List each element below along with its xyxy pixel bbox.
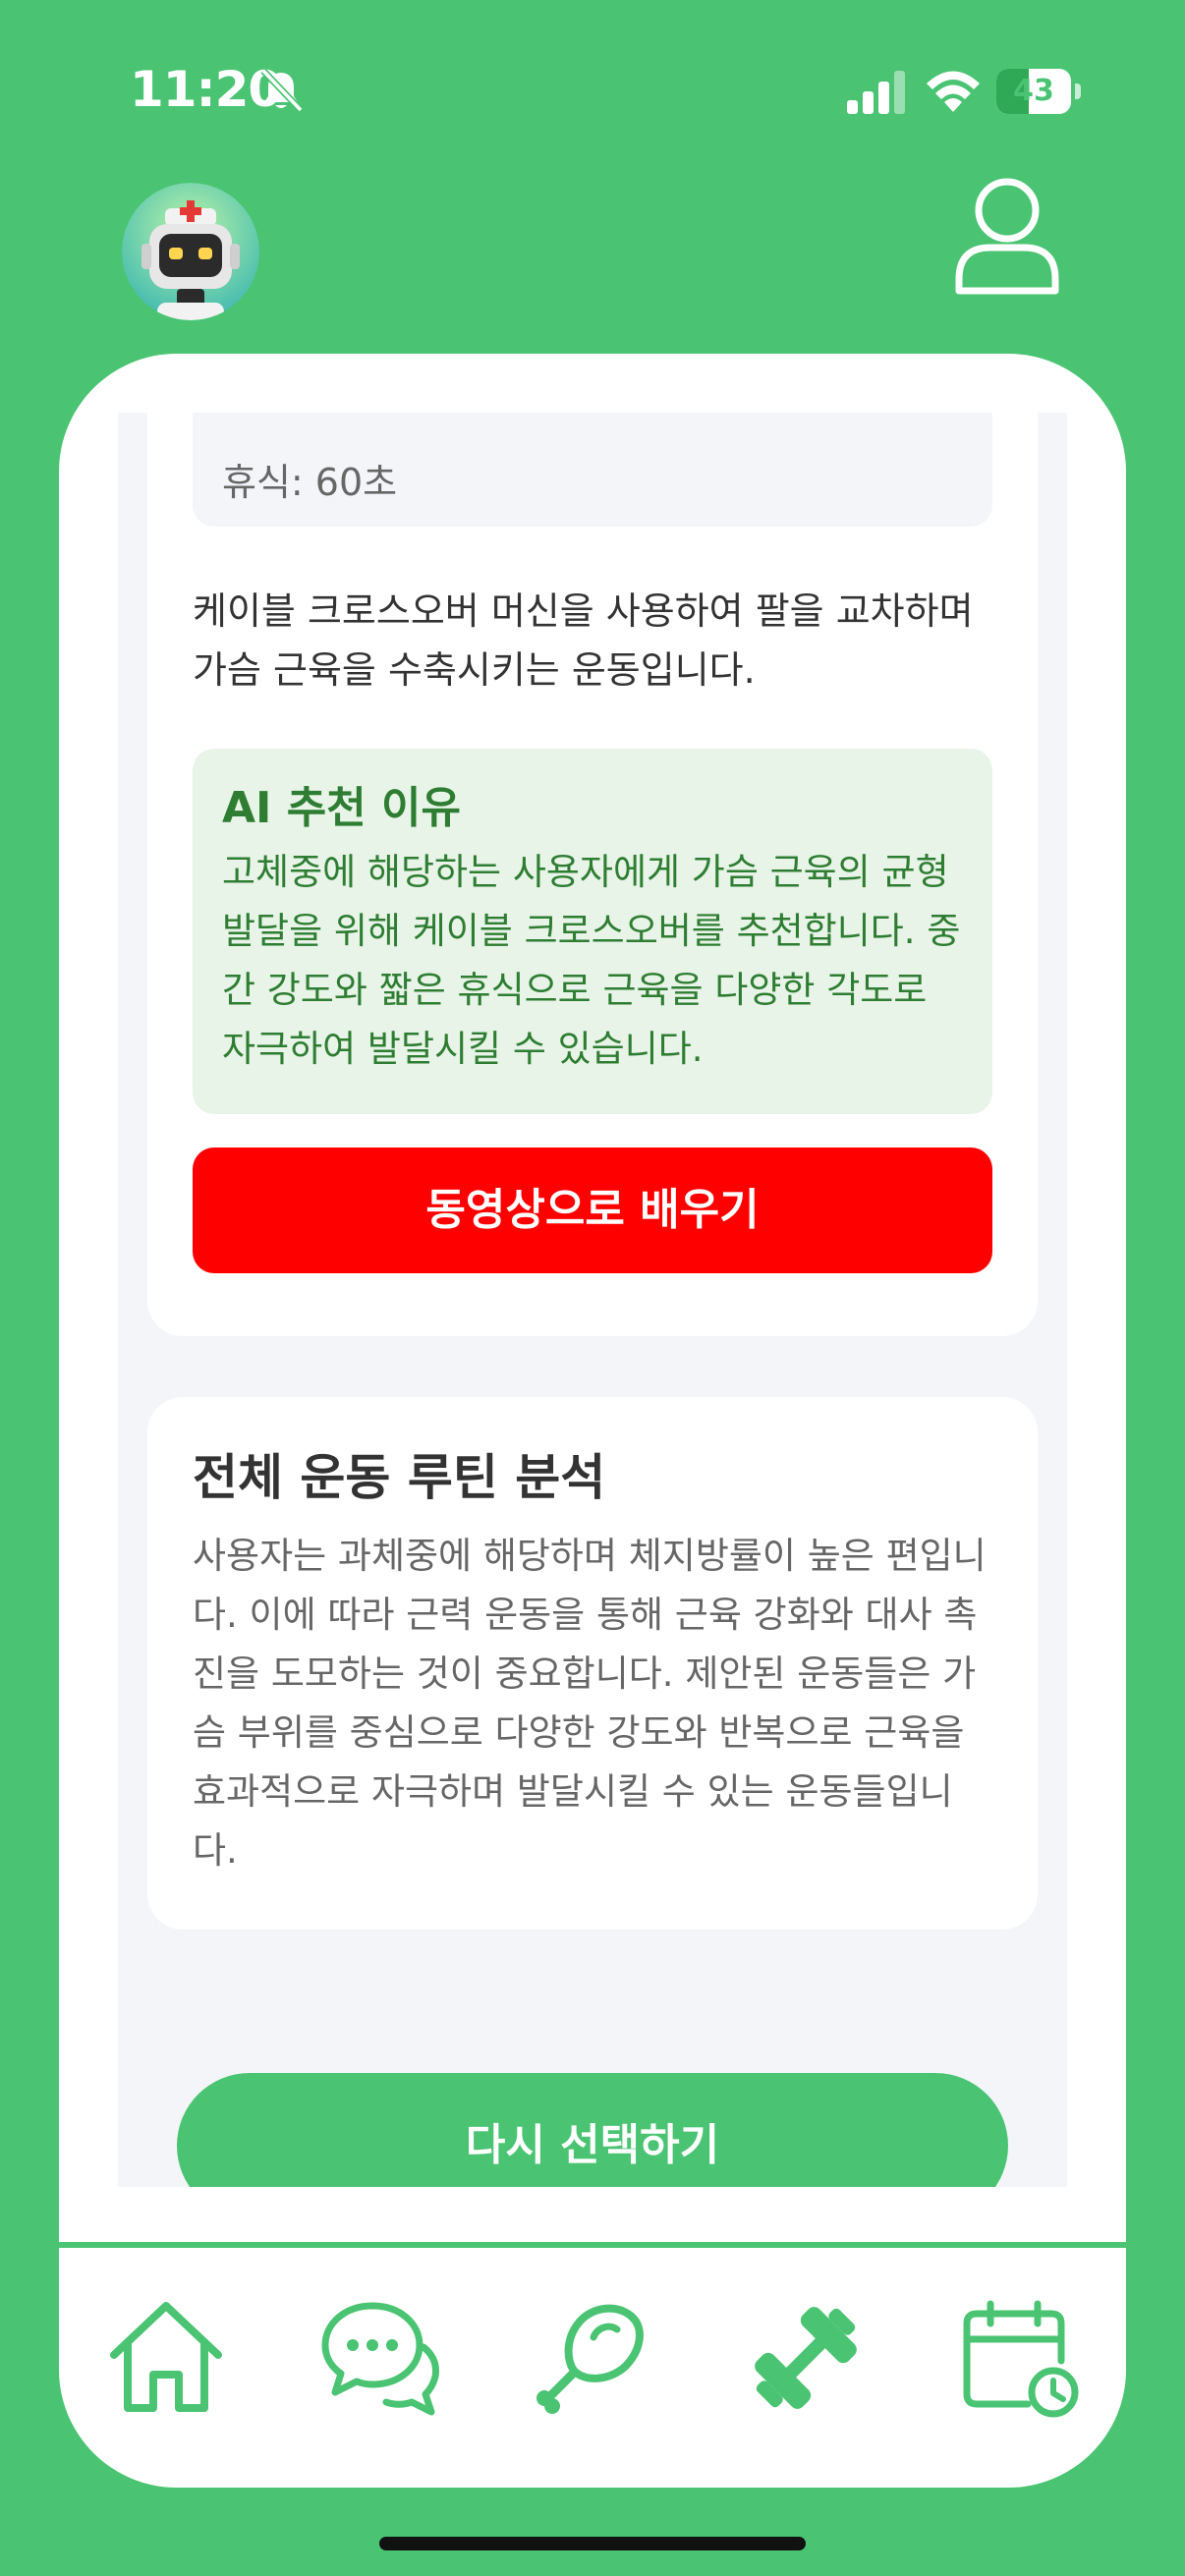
exercise-card: 휴식: 60초 케이블 크로스오버 머신을 사용하여 팔을 교차하며 가슴 근육… xyxy=(147,413,1038,1336)
rest-info-box: 휴식: 60초 xyxy=(193,413,992,527)
calendar-clock-icon xyxy=(963,2300,1078,2418)
wifi-icon xyxy=(927,71,980,112)
tab-meal[interactable] xyxy=(485,2248,699,2488)
bottom-tab-bar xyxy=(59,2248,1126,2488)
ai-recommendation-title: AI 추천 이유 xyxy=(222,783,461,833)
routine-analysis-card: 전체 운동 루틴 분석 사용자는 과체중에 해당하며 체지방률이 높은 편입니다… xyxy=(147,1397,1038,1930)
ai-doctor-bot-avatar[interactable] xyxy=(122,183,259,320)
dumbbell-icon xyxy=(754,2307,857,2409)
scroll-content[interactable]: 휴식: 60초 케이블 크로스오버 머신을 사용하여 팔을 교차하며 가슴 근육… xyxy=(118,413,1067,2187)
ai-recommendation-text: 고체중에 해당하는 사용자에게 가슴 근육의 균형 발달을 위해 케이블 크로스… xyxy=(222,851,961,1070)
ai-recommendation-box: AI 추천 이유 고체중에 해당하는 사용자에게 가슴 근육의 균형 발달을 위… xyxy=(193,749,992,1114)
user-profile-icon[interactable] xyxy=(955,175,1059,297)
battery-indicator: 43 xyxy=(996,69,1081,114)
home-icon xyxy=(109,2302,222,2412)
bell-muted-icon xyxy=(260,68,304,113)
routine-analysis-title: 전체 운동 루틴 분석 xyxy=(193,1449,606,1506)
learn-by-video-button[interactable]: 동영상으로 배우기 xyxy=(193,1148,992,1273)
reselect-button[interactable]: 다시 선택하기 xyxy=(177,2073,1008,2187)
home-indicator[interactable] xyxy=(379,2537,806,2550)
status-bar: 11:20 43 xyxy=(0,0,1185,187)
rest-time: 휴식: 60초 xyxy=(222,461,398,504)
chat-icon xyxy=(321,2302,439,2416)
tab-chat[interactable] xyxy=(272,2248,485,2488)
exercise-description: 케이블 크로스오버 머신을 사용하여 팔을 교차하며 가슴 근육을 수축시키는 … xyxy=(193,589,974,692)
cellular-signal-icon xyxy=(847,71,905,114)
meat-icon xyxy=(536,2304,644,2414)
routine-analysis-text: 사용자는 과체중에 해당하며 체지방률이 높은 편입니다. 이에 따라 근력 운… xyxy=(193,1535,987,1872)
tab-home[interactable] xyxy=(59,2248,272,2488)
battery-level: 43 xyxy=(1013,74,1054,108)
tab-workout[interactable] xyxy=(699,2248,912,2488)
tab-schedule[interactable] xyxy=(912,2248,1125,2488)
main-panel: 휴식: 60초 케이블 크로스오버 머신을 사용하여 팔을 교차하며 가슴 근육… xyxy=(59,354,1126,2488)
